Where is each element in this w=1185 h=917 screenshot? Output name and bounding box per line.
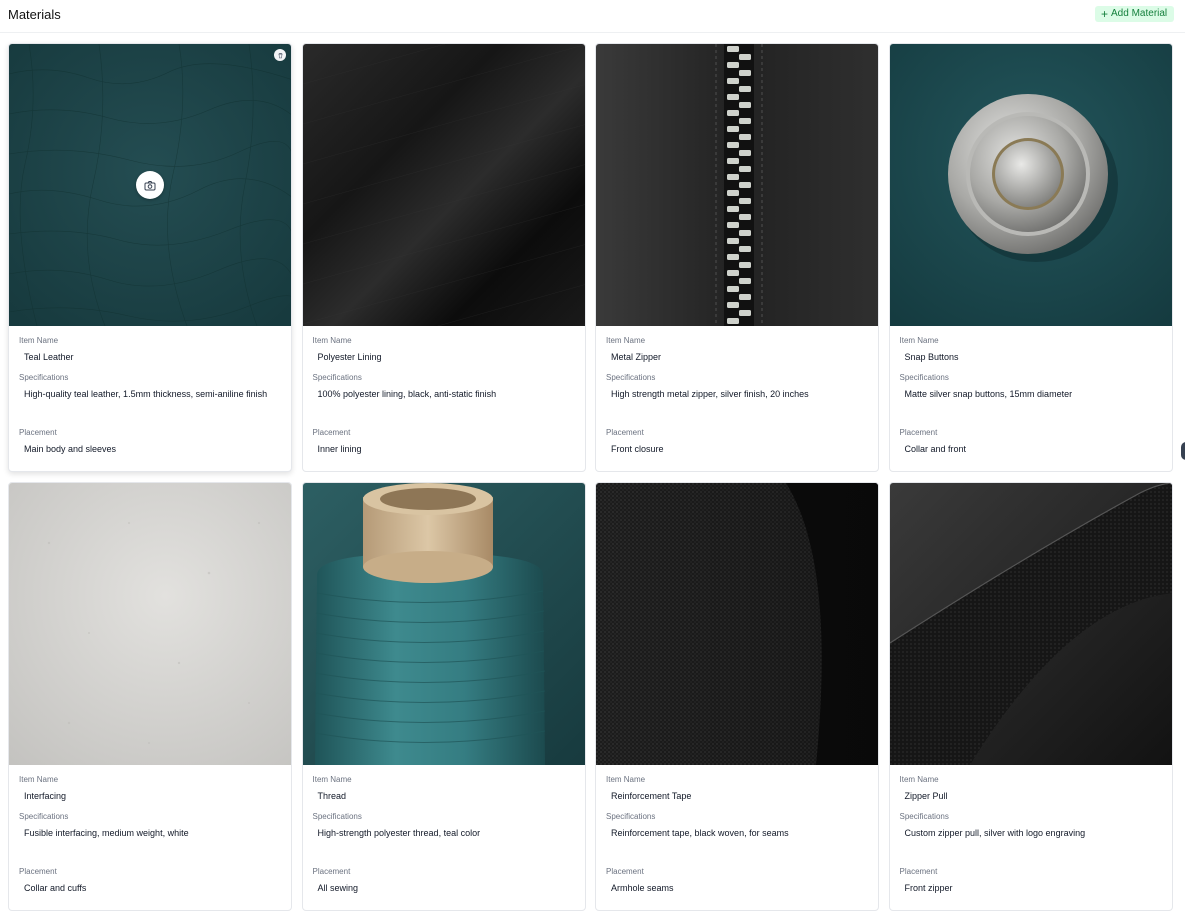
item-name-label: Item Name [606, 775, 646, 784]
item-name-label: Item Name [899, 336, 939, 345]
specifications-value[interactable]: Custom zipper pull, silver with logo eng… [900, 827, 1162, 867]
material-image[interactable] [596, 483, 878, 765]
placement-value[interactable]: Collar and front [900, 443, 1162, 455]
specifications-label: Specifications [606, 812, 656, 821]
plus-icon: + [1101, 7, 1109, 21]
material-card[interactable]: Item Name Polyester Lining Specification… [301, 43, 586, 472]
material-image[interactable] [9, 44, 291, 326]
item-name-value[interactable]: Polyester Lining [313, 351, 575, 363]
placement-label: Placement [899, 428, 938, 437]
specifications-value[interactable]: Fusible interfacing, medium weight, whit… [19, 827, 281, 867]
placement-label: Placement [312, 428, 351, 437]
item-name-value[interactable]: Reinforcement Tape [606, 790, 868, 802]
material-image[interactable] [302, 483, 585, 765]
placement-label: Placement [19, 867, 57, 876]
material-card[interactable]: Item Name Interfacing Specifications Fus… [8, 482, 292, 911]
material-card[interactable]: Item Name Snap Buttons Specifications Ma… [888, 43, 1173, 472]
placement-label: Placement [606, 867, 644, 876]
thread-swatch [302, 483, 585, 765]
reinforcement-tape-swatch [596, 483, 878, 765]
placement-value[interactable]: Armhole seams [606, 882, 868, 894]
specifications-label: Specifications [899, 812, 949, 821]
item-name-value[interactable]: Interfacing [19, 790, 281, 802]
camera-icon[interactable] [136, 171, 164, 199]
polyester-lining-swatch [302, 44, 585, 326]
item-name-value[interactable]: Teal Leather [19, 351, 281, 363]
delete-icon[interactable] [274, 49, 286, 61]
material-card[interactable]: Item Name Reinforcement Tape Specificati… [595, 482, 879, 911]
item-name-label: Item Name [606, 336, 646, 345]
specifications-label: Specifications [606, 373, 656, 382]
material-card[interactable]: Item Name Thread Specifications High-str… [301, 482, 586, 911]
scroll-handle[interactable] [1181, 442, 1185, 460]
placement-value[interactable]: Main body and sleeves [19, 443, 281, 455]
page-header: Materials + Add Material [0, 0, 1185, 33]
item-name-value[interactable]: Zipper Pull [900, 790, 1162, 802]
placement-value[interactable]: All sewing [313, 882, 575, 894]
material-card[interactable]: Item Name Metal Zipper Specifications Hi… [595, 43, 879, 472]
specifications-label: Specifications [19, 812, 69, 821]
specifications-label: Specifications [312, 812, 362, 821]
specifications-value[interactable]: High-quality teal leather, 1.5mm thickne… [19, 388, 281, 428]
add-material-button[interactable]: + Add Material [1095, 6, 1175, 22]
specifications-value[interactable]: High-strength polyester thread, teal col… [313, 827, 575, 867]
material-card[interactable]: Item Name Zipper Pull Specifications Cus… [888, 482, 1173, 911]
placement-value[interactable]: Inner lining [313, 443, 575, 455]
placement-value[interactable]: Front zipper [900, 882, 1162, 894]
specifications-label: Specifications [312, 373, 362, 382]
page-title: Materials [8, 7, 61, 22]
item-name-label: Item Name [19, 775, 59, 784]
item-name-label: Item Name [312, 775, 352, 784]
item-name-label: Item Name [899, 775, 939, 784]
material-image[interactable] [302, 44, 585, 326]
material-image[interactable] [596, 44, 878, 326]
placement-value[interactable]: Front closure [606, 443, 868, 455]
metal-zipper-swatch [596, 44, 878, 326]
item-name-label: Item Name [19, 336, 59, 345]
item-name-value[interactable]: Snap Buttons [900, 351, 1162, 363]
material-image[interactable] [889, 44, 1172, 326]
material-card[interactable]: Item Name Teal Leather Specifications Hi… [8, 43, 292, 472]
specifications-label: Specifications [19, 373, 69, 382]
item-name-value[interactable]: Thread [313, 790, 575, 802]
specifications-value[interactable]: High strength metal zipper, silver finis… [606, 388, 868, 428]
item-name-value[interactable]: Metal Zipper [606, 351, 868, 363]
placement-label: Placement [312, 867, 351, 876]
snap-buttons-swatch [889, 44, 1172, 326]
specifications-label: Specifications [899, 373, 949, 382]
materials-grid: Item Name Teal Leather Specifications Hi… [8, 43, 1173, 911]
material-image[interactable] [889, 483, 1172, 765]
placement-label: Placement [19, 428, 57, 437]
specifications-value[interactable]: Reinforcement tape, black woven, for sea… [606, 827, 868, 867]
placement-value[interactable]: Collar and cuffs [19, 882, 281, 894]
material-image[interactable] [9, 483, 291, 765]
interfacing-swatch [9, 483, 291, 765]
placement-label: Placement [606, 428, 644, 437]
specifications-value[interactable]: 100% polyester lining, black, anti-stati… [313, 388, 575, 428]
specifications-value[interactable]: Matte silver snap buttons, 15mm diameter [900, 388, 1162, 428]
placement-label: Placement [899, 867, 938, 876]
add-material-label: Add Material [1111, 8, 1168, 19]
zipper-pull-swatch [889, 483, 1172, 765]
item-name-label: Item Name [312, 336, 352, 345]
